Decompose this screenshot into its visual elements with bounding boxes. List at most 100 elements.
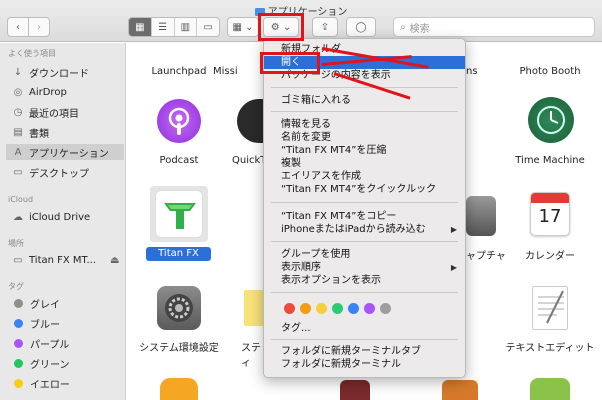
menu-item-copy[interactable]: “Titan FX MT4”をコピー [264,210,465,223]
menu-separator [271,87,458,88]
menu-item-view-options[interactable]: 表示オプションを表示 [264,274,465,287]
calendar-day: 17 [538,206,562,227]
tag-dot-icon [14,338,23,348]
eject-icon[interactable]: ⏏ [110,255,119,266]
sidebar-item-documents[interactable]: ▤ 書類 [12,124,124,140]
sidebar-item-titan-disk[interactable]: ▭ Titan FX MT... ⏏ [12,252,124,268]
search-icon: ⌕ [400,21,406,33]
icon-view-icon[interactable]: ▦ [129,18,152,36]
cloud-icon: ☁ [13,211,23,223]
tag-dot-icon [14,318,23,328]
maps-icon[interactable] [530,378,570,400]
menu-item-duplicate[interactable]: 複製 [264,157,465,170]
app-label-system-preferences[interactable]: システム環境設定 [131,339,227,354]
app-label-textedit[interactable]: テキストエディット [502,339,598,354]
gallery-view-icon[interactable]: ▭ [197,18,219,36]
sidebar-item-label: アプリケーション [29,148,109,160]
highlight-box-open-item [260,52,320,74]
search-field[interactable]: ⌕ 検索 [393,17,595,37]
app-label-quicktime[interactable]: QuickT [232,155,266,166]
tag-yellow-dot[interactable] [316,303,327,314]
forward-button[interactable]: › [28,17,50,37]
sidebar-item-recents[interactable]: ◷ 最近の項目 [12,104,124,120]
app-label-photobooth[interactable]: Photo Booth [502,66,598,77]
download-icon: ↓ [13,66,23,78]
textedit-icon[interactable] [532,286,568,330]
column-view-icon[interactable]: ▥ [175,18,198,36]
app-label-screenshot[interactable]: ャプチャ [466,247,506,262]
menu-separator [271,111,458,112]
sidebar-item-label: パープル [30,339,70,351]
tag-blue-dot[interactable] [348,303,359,314]
tag-dot-icon [14,378,23,388]
group-button[interactable]: ▦ ⌄ [227,17,259,37]
document-icon: ▤ [13,126,23,138]
sidebar-tag-purple[interactable]: パープル [12,335,124,351]
menu-item-new-terminal[interactable]: フォルダに新規ターミナル [264,358,465,371]
app-label-time-machine[interactable]: Time Machine [502,155,598,166]
menu-item-trash[interactable]: ゴミ箱に入れる [264,94,465,107]
menu-item-sort-by[interactable]: 表示順序 ▶ [264,261,465,274]
home-icon[interactable] [442,380,478,400]
tag-color-row [284,303,396,314]
sidebar-tag-gray[interactable]: グレイ [12,295,124,311]
menu-item-tags[interactable]: タグ... [264,322,465,335]
menu-item-use-groups[interactable]: グループを使用 [264,248,465,261]
sidebar-item-downloads[interactable]: ↓ ダウンロード [12,64,124,80]
system-preferences-icon[interactable] [157,286,201,330]
sidebar-item-airdrop[interactable]: ◎ AirDrop [12,84,124,100]
app-label-calendar[interactable]: カレンダー [502,247,598,262]
sidebar-tag-green[interactable]: グリーン [12,355,124,371]
menu-item-label: 表示順序 [281,262,321,273]
menu-item-make-alias[interactable]: エイリアスを作成 [264,170,465,183]
context-menu: 新規フォルダ 開く パッケージの内容を表示 ゴミ箱に入れる 情報を見る 名前を変… [263,38,466,378]
sidebar-item-label: AirDrop [29,86,67,98]
submenu-arrow-icon: ▶ [450,225,457,234]
tags-header: タグ [8,282,24,291]
share-button[interactable]: ⇪ [312,17,338,37]
sidebar-item-desktop[interactable]: ▭ デスクトップ [12,164,124,180]
chess-icon[interactable] [340,380,370,400]
tag-orange-dot[interactable] [300,303,311,314]
sidebar-item-label: ダウンロード [29,68,89,80]
applications-icon: A [14,146,22,158]
time-machine-icon[interactable] [528,97,574,143]
menu-separator [271,339,458,340]
view-mode-control[interactable]: ▦ ☰ ▥ ▭ [128,17,220,37]
app-label-podcast[interactable]: Podcast [131,155,227,166]
desktop-icon: ▭ [13,166,23,178]
sidebar-item-applications[interactable]: A アプリケーション [6,144,124,160]
tag-purple-dot[interactable] [364,303,375,314]
tag-green-dot[interactable] [332,303,343,314]
podcast-icon[interactable] [157,99,201,143]
calendar-icon[interactable]: 17 [530,192,570,236]
app-label-titan[interactable]: Titan FX MT4 [146,247,211,273]
app-label-mission[interactable]: Missi [213,66,263,77]
sidebar-tag-blue[interactable]: ブルー [12,315,124,331]
sidebar-tag-yellow[interactable]: イエロー [12,375,124,391]
sidebar-item-label: ブルー [30,319,60,331]
quicktime-icon[interactable] [237,99,265,143]
menu-item-new-terminal-tab[interactable]: フォルダに新規ターミナルタブ [264,345,465,358]
sidebar-item-label: イエロー [30,379,70,391]
menu-item-quick-look[interactable]: “Titan FX MT4”をクイックルック [264,183,465,196]
tag-button[interactable]: ◯ [346,17,376,37]
back-button[interactable]: ‹ [7,17,29,37]
books-icon[interactable] [160,378,198,400]
sidebar-item-label: iCloud Drive [29,211,91,223]
airdrop-icon: ◎ [13,86,23,98]
menu-item-import-iphone[interactable]: iPhoneまたはiPadから読み込む ▶ [264,223,465,236]
menu-item-get-info[interactable]: 情報を見る [264,118,465,131]
menu-item-rename[interactable]: 名前を変更 [264,131,465,144]
tag-red-dot[interactable] [284,303,295,314]
sidebar-item-icloud-drive[interactable]: ☁ iCloud Drive [12,209,124,225]
titan-fx-icon[interactable] [155,190,203,238]
tag-dot-icon [14,298,23,308]
menu-item-label: iPhoneまたはiPadから読み込む [281,224,426,235]
list-view-icon[interactable]: ☰ [152,18,175,36]
tag-gray-dot[interactable] [380,303,391,314]
sidebar: よく使う項目 ↓ ダウンロード ◎ AirDrop ◷ 最近の項目 ▤ 書類 A アプリケ… [0,43,126,400]
menu-separator [271,292,458,293]
screenshot-icon[interactable] [466,196,496,236]
menu-item-compress[interactable]: “Titan FX MT4”を圧縮 [264,144,465,157]
